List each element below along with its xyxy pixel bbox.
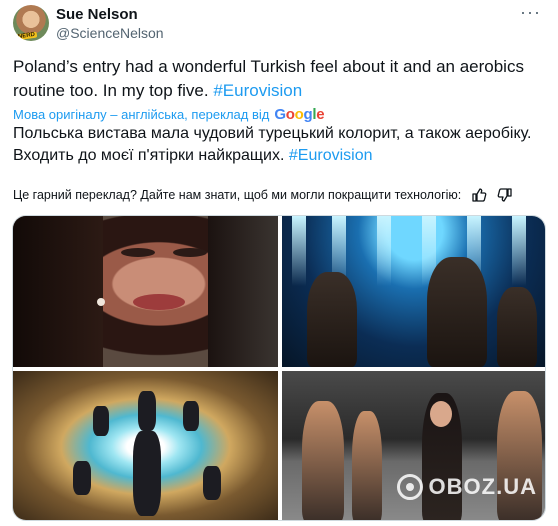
translated-text: Польська вистава мала чудовий турецький … bbox=[13, 123, 548, 167]
translated-hashtag-link[interactable]: #Eurovision bbox=[289, 147, 373, 164]
translation-feedback: Це гарний переклад? Дайте нам знати, щоб… bbox=[13, 187, 548, 203]
more-icon[interactable]: ··· bbox=[520, 2, 541, 23]
photo-4[interactable]: OBOZ.UA bbox=[282, 371, 545, 520]
author-handle[interactable]: @ScienceNelson bbox=[56, 25, 164, 41]
watermark-text: OBOZ.UA bbox=[428, 474, 537, 499]
translation-source-label: Мова оригіналу – англійська, переклад ві… bbox=[13, 107, 270, 122]
watermark: OBOZ.UA bbox=[396, 474, 537, 500]
translated-body: Польська вистава мала чудовий турецький … bbox=[13, 125, 532, 164]
photo-2[interactable] bbox=[282, 216, 545, 367]
google-logo: Google bbox=[274, 106, 325, 123]
photo-3[interactable] bbox=[13, 371, 278, 520]
feedback-prompt: Це гарний переклад? Дайте нам знати, щоб… bbox=[13, 188, 462, 202]
hashtag-link[interactable]: #Eurovision bbox=[213, 81, 302, 100]
thumbs-down-icon[interactable] bbox=[497, 187, 513, 203]
media-grid: OBOZ.UA bbox=[12, 215, 546, 521]
author-name[interactable]: Sue Nelson bbox=[56, 6, 138, 23]
photo-1[interactable] bbox=[13, 216, 278, 367]
oboz-logo-icon bbox=[396, 474, 423, 500]
thumbs-up-icon[interactable] bbox=[471, 187, 487, 203]
avatar[interactable]: NERD bbox=[13, 5, 49, 41]
avatar-badge: NERD bbox=[15, 31, 38, 41]
translation-source[interactable]: Мова оригіналу – англійська, переклад ві… bbox=[13, 106, 325, 123]
tweet-text: Poland’s entry had a wonderful Turkish f… bbox=[13, 55, 543, 103]
